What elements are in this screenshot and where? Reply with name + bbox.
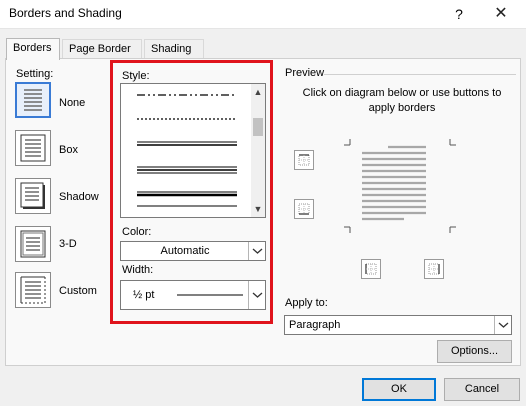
bottom-border-button[interactable]: [294, 199, 314, 219]
apply-to-dropdown-button[interactable]: [494, 316, 511, 334]
setting-label: Setting:: [16, 68, 54, 80]
scroll-up-icon[interactable]: ▲: [251, 87, 265, 97]
title-bar: Borders and Shading ? ✕: [0, 0, 526, 29]
setting-3d-label: 3-D: [59, 238, 77, 250]
setting-none-icon: [24, 89, 42, 111]
ok-button[interactable]: OK: [362, 378, 436, 401]
options-button-label: Options...: [450, 345, 499, 357]
tab-page-border[interactable]: Page Border: [62, 39, 142, 59]
options-button[interactable]: Options...: [437, 340, 512, 363]
apply-to-value: Paragraph: [289, 319, 341, 331]
chevron-down-icon: [252, 248, 263, 254]
cancel-button[interactable]: Cancel: [444, 378, 520, 401]
setting-shadow-button[interactable]: [15, 178, 51, 214]
help-button[interactable]: ?: [446, 4, 472, 24]
width-sample-line: [177, 294, 243, 296]
tab-borders-label: Borders: [13, 42, 52, 54]
setting-shadow-icon: [20, 182, 45, 209]
style-list[interactable]: ▲ ▼: [120, 83, 266, 218]
setting-custom-label: Custom: [59, 285, 97, 297]
cancel-button-label: Cancel: [464, 383, 500, 395]
setting-box-icon: [20, 134, 46, 162]
setting-custom-button[interactable]: [15, 272, 51, 308]
left-border-button[interactable]: [361, 259, 381, 279]
scroll-down-icon[interactable]: ▼: [251, 204, 265, 214]
preview-hint: Click on diagram below or use buttons to…: [302, 87, 502, 114]
close-button[interactable]: ✕: [488, 3, 514, 25]
setting-box-label: Box: [59, 144, 78, 156]
setting-shadow-label: Shadow: [59, 191, 99, 203]
top-border-icon: [298, 154, 310, 166]
color-dropdown[interactable]: Automatic: [120, 241, 266, 261]
apply-to-label: Apply to:: [285, 297, 328, 309]
scroll-thumb[interactable]: [253, 118, 263, 136]
tab-shading-label: Shading: [151, 43, 192, 55]
width-dropdown-button[interactable]: [248, 281, 265, 309]
preview-label: Preview: [285, 67, 325, 79]
color-dropdown-button[interactable]: [248, 242, 265, 260]
width-label: Width:: [122, 264, 154, 276]
chevron-down-icon: [498, 322, 509, 328]
setting-3d-button[interactable]: [15, 226, 51, 262]
color-value: Automatic: [160, 245, 210, 257]
line-style-options: [137, 94, 237, 207]
tab-page-border-label: Page Border: [69, 43, 131, 55]
setting-none-button[interactable]: [15, 82, 51, 118]
apply-to-dropdown[interactable]: Paragraph: [284, 315, 512, 335]
style-label: Style:: [122, 70, 150, 82]
setting-none-label: None: [59, 97, 86, 109]
color-label: Color:: [122, 226, 152, 238]
bottom-border-icon: [298, 203, 310, 215]
tab-borders[interactable]: Borders: [6, 38, 60, 60]
setting-custom-icon: [20, 276, 46, 304]
setting-box-button[interactable]: [15, 130, 51, 166]
dialog-title: Borders and Shading: [9, 6, 122, 20]
chevron-down-icon: [252, 292, 263, 298]
tab-shading[interactable]: Shading: [144, 39, 204, 59]
style-scrollbar[interactable]: ▲ ▼: [251, 84, 265, 217]
setting-3d-icon: [20, 230, 46, 258]
width-dropdown[interactable]: ½ pt: [120, 280, 266, 310]
ok-button-label: OK: [391, 383, 407, 395]
preview-divider: [324, 74, 516, 75]
right-border-button[interactable]: [424, 259, 444, 279]
top-border-button[interactable]: [294, 150, 314, 170]
preview-diagram[interactable]: [344, 135, 464, 245]
left-border-icon: [365, 263, 377, 275]
right-border-icon: [428, 263, 440, 275]
width-value: ½ pt: [133, 289, 155, 301]
tab-panel: Setting: None Box Shadow 3-D Custom Styl…: [5, 58, 521, 366]
